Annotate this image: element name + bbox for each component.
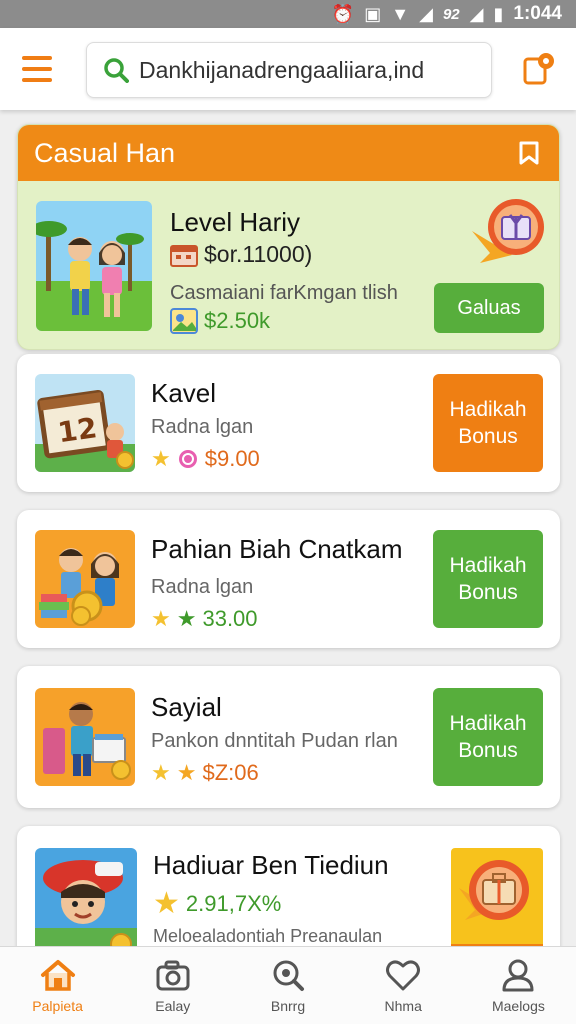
list-item[interactable]: Hadiuar Ben Tiediun ★ 2.91,7X% Meloealad… (17, 826, 560, 946)
alarm-icon: ⏰ (331, 3, 355, 24)
gift-box-icon (472, 199, 544, 263)
item-title: Sayial (151, 692, 222, 722)
signal-icon-2: ◢ (469, 3, 484, 24)
menu-button[interactable] (22, 56, 52, 82)
gift-tile[interactable] (451, 848, 543, 946)
search-input[interactable] (139, 56, 479, 84)
app-bar (0, 28, 576, 110)
item-thumbnail (35, 688, 135, 786)
heart-icon (386, 959, 421, 990)
item-meta: ★ 2.91,7X% (153, 886, 281, 921)
search-icon (273, 960, 304, 991)
item-subtitle: Radna lgan (151, 416, 254, 438)
item-thumbnail: 12 (35, 374, 135, 472)
featured-price-row: $or.11000) (170, 241, 312, 268)
photo-icon (170, 308, 198, 334)
star-icon: ★ (151, 606, 171, 631)
featured-reward-row: $2.50k (170, 308, 270, 334)
svg-text:12: 12 (56, 411, 99, 449)
star-icon: ★ (151, 446, 171, 471)
gift-box-icon (459, 860, 529, 920)
nav-label: Bnrrg (270, 997, 306, 1014)
nav-item-camera[interactable]: Ealay (115, 947, 230, 1024)
item-value: $9.00 (204, 446, 260, 471)
featured-subtitle: Casmaiani farKmgan tlish (170, 282, 398, 304)
list-item[interactable]: Pahian Biah Cnatkam Radna lgan ★ ★ 33.00… (17, 510, 560, 648)
notification-icon[interactable] (522, 52, 556, 86)
search-bar[interactable] (86, 42, 492, 98)
nav-label: Maelogs (491, 997, 545, 1014)
nav-label: Ealay (155, 997, 191, 1014)
nav-item-home[interactable]: Palpieta (0, 947, 115, 1024)
candy-icon (178, 450, 197, 468)
nav-item-profile[interactable]: Maelogs (461, 947, 576, 1024)
menu-icon-line (22, 78, 52, 82)
featured-title: Level Hariy (170, 207, 301, 237)
nav-item-favorites[interactable]: Nhma (346, 947, 461, 1024)
content-list: Casual Han Level Hariy $or.11000) Casmai… (0, 110, 576, 946)
item-title: Hadiuar Ben Tiediun (153, 850, 389, 880)
featured-header-title: Casual Han (34, 137, 176, 168)
status-bar: ⏰ ▣ ▼ ◢ 92 ◢ ▮ 1:044 (0, 0, 576, 28)
bottom-nav: Palpieta Ealay Bnrrg Nhma Maelogs (0, 946, 576, 1024)
featured-header: Casual Han (18, 125, 559, 181)
featured-action-button[interactable]: Galuas (434, 283, 544, 333)
profile-icon (502, 959, 534, 991)
item-title: Pahian Biah Cnatkam (151, 534, 403, 564)
star-icon: ★ (176, 606, 197, 631)
nav-label: Nhma (384, 997, 422, 1014)
menu-icon-line (22, 56, 52, 60)
list-item[interactable]: 12 Kavel Radna lgan ★ $9.00 Hadikah Bonus (17, 354, 560, 492)
item-value: 33.00 (202, 606, 258, 631)
item-value: 2.91,7X% (185, 890, 282, 916)
signal-icon: ◢ (419, 3, 433, 24)
search-icon (104, 58, 129, 83)
item-subtitle: Meloealadontiah Preanaulan (153, 926, 383, 946)
nav-item-search[interactable]: Bnrrg (230, 947, 345, 1024)
item-thumbnail (35, 530, 135, 628)
nav-label: Palpieta (32, 997, 83, 1014)
list-item[interactable]: Sayial Pankon dnntitah Pudan rlan ★ ★ $Z… (17, 666, 560, 808)
clock: 1:044 (513, 3, 562, 24)
item-value: $Z:06 (202, 760, 259, 785)
battery-icon: ▮ (493, 3, 504, 24)
item-title: Kavel (151, 378, 217, 408)
hadikah-bonus-button[interactable]: Hadikah Bonus (433, 374, 543, 472)
star-icon: ★ (151, 760, 171, 785)
bookmark-icon[interactable] (515, 139, 543, 167)
star-icon: ★ (176, 760, 197, 785)
wifi-icon: ▼ (391, 3, 410, 24)
item-meta: ★ $9.00 (151, 446, 260, 472)
item-subtitle: Pankon dnntitah Pudan rlan (151, 730, 398, 752)
featured-thumbnail (36, 201, 152, 331)
camera-icon (156, 960, 190, 990)
item-meta: ★ ★ 33.00 (151, 606, 258, 632)
item-thumbnail (35, 848, 137, 946)
calendar-icon (170, 244, 198, 267)
star-icon: ★ (153, 887, 180, 920)
item-subtitle: Radna lgan (151, 576, 254, 598)
featured-reward: $2.50k (204, 308, 271, 333)
hadikah-bonus-button[interactable]: Hadikah Bonus (433, 688, 543, 786)
menu-icon-line (22, 67, 52, 71)
featured-card[interactable]: Casual Han Level Hariy $or.11000) Casmai… (17, 124, 560, 350)
nfc-icon: ▣ (364, 3, 382, 24)
featured-price: $or.11000) (204, 241, 313, 267)
item-meta: ★ ★ $Z:06 (151, 760, 259, 786)
home-icon (40, 959, 75, 991)
battery-percent: 92 (442, 5, 460, 23)
hadikah-bonus-button[interactable]: Hadikah Bonus (433, 530, 543, 628)
